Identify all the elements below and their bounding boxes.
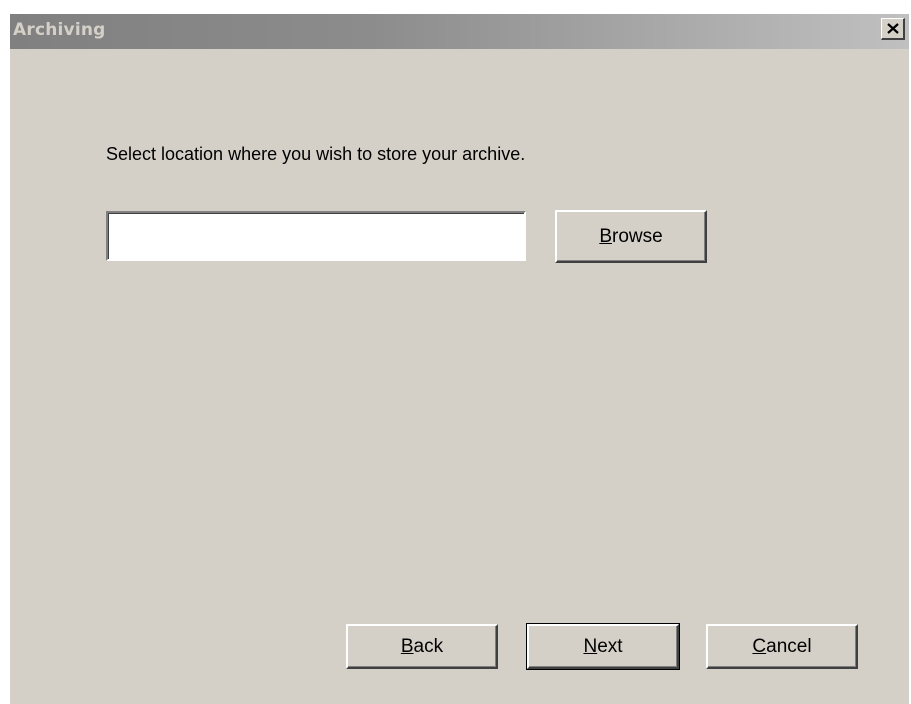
location-prompt: Select location where you wish to store … [106, 144, 526, 164]
next-button[interactable]: Next [526, 623, 680, 670]
back-label: ack [413, 635, 444, 657]
cancel-label: ancel [766, 635, 812, 657]
title-bar[interactable]: Archiving [10, 14, 909, 49]
close-button[interactable] [881, 18, 905, 40]
archiving-dialog: Archiving Select location where you wish… [10, 14, 909, 704]
next-label: ext [597, 635, 623, 657]
archive-location-input[interactable] [106, 211, 526, 261]
browse-label: rowse [612, 225, 663, 247]
close-icon [886, 23, 899, 34]
back-button[interactable]: Back [346, 624, 498, 669]
next-accel: N [583, 635, 598, 657]
browse-button[interactable]: Browse [555, 210, 707, 263]
back-accel: B [400, 635, 414, 657]
cancel-accel: C [752, 635, 767, 657]
cancel-button[interactable]: Cancel [706, 624, 858, 669]
window-title: Archiving [13, 20, 106, 40]
browse-accel: B [599, 225, 612, 247]
